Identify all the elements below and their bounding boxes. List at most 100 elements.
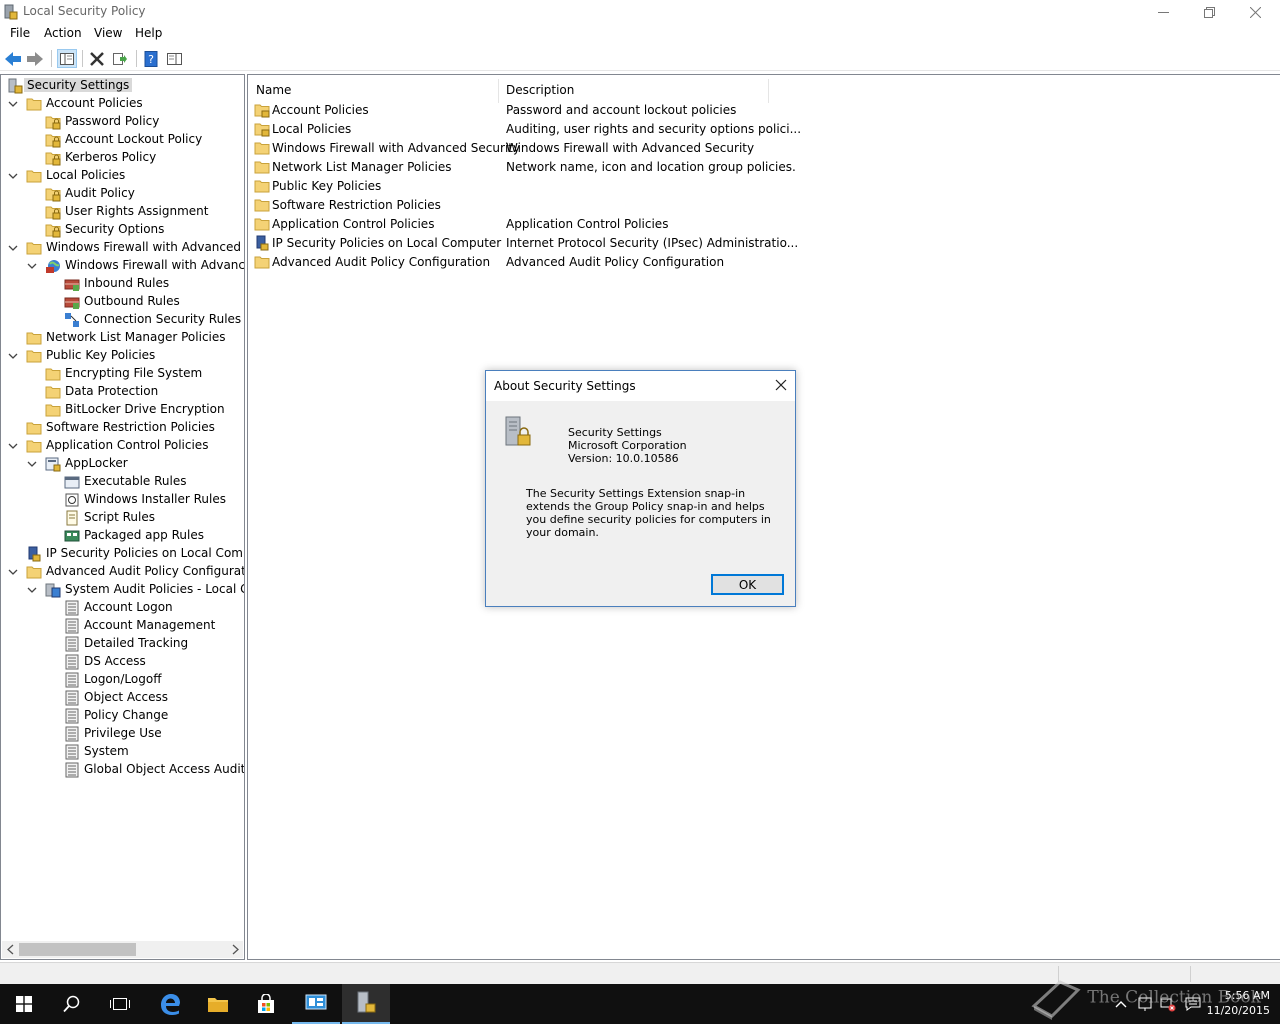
console-tree[interactable]: Security Settings Account Policies Passwor… <box>0 74 245 960</box>
list-item[interactable]: IP Security Policies on Local Computer In… <box>252 234 798 253</box>
help-button[interactable]: ? <box>141 49 161 68</box>
back-button[interactable] <box>3 49 23 68</box>
expand-chevron-icon[interactable] <box>8 441 18 451</box>
tree-item-password-policy[interactable]: Password Policy <box>1 113 244 131</box>
tree-item-data-protection[interactable]: Data Protection <box>1 383 244 401</box>
tree-item-security-options[interactable]: Security Options <box>1 221 244 239</box>
task-view-icon <box>110 998 130 1010</box>
store-taskbar-button[interactable] <box>242 984 290 1024</box>
expand-chevron-icon[interactable] <box>27 261 37 271</box>
tree-item-account-policies[interactable]: Account Policies <box>1 95 244 113</box>
tree-item-account-lockout-policy[interactable]: Account Lockout Policy <box>1 131 244 149</box>
close-button[interactable] <box>1232 0 1278 24</box>
export-list-button[interactable] <box>110 49 130 68</box>
edge-taskbar-button[interactable] <box>146 984 194 1024</box>
file-explorer-taskbar-button[interactable] <box>194 984 242 1024</box>
tree-item-object-access[interactable]: Object Access <box>1 689 244 707</box>
forward-button[interactable] <box>25 49 45 68</box>
tree-item-detailed-tracking[interactable]: Detailed Tracking <box>1 635 244 653</box>
expand-chevron-icon[interactable] <box>8 351 18 361</box>
menu-help[interactable]: Help <box>135 26 162 40</box>
list-item[interactable]: Windows Firewall with Advanced Security W… <box>252 139 772 158</box>
show-hide-action-pane-button[interactable] <box>164 49 184 68</box>
delete-button[interactable] <box>87 49 107 68</box>
audit-category-icon <box>65 744 79 760</box>
list-item[interactable]: Application Control Policies Application … <box>252 215 772 234</box>
search-button[interactable] <box>48 984 96 1024</box>
tree-item-software-restriction[interactable]: Software Restriction Policies <box>1 419 244 437</box>
tree-item-wfas[interactable]: Windows Firewall with Advanced Secu <box>1 239 244 257</box>
tree-item-kerberos-policy[interactable]: Kerberos Policy <box>1 149 244 167</box>
policy-folder-icon <box>45 152 61 166</box>
tree-item-packaged-app-rules[interactable]: Packaged app Rules <box>1 527 244 545</box>
expand-chevron-icon[interactable] <box>8 243 18 253</box>
start-button[interactable] <box>0 984 48 1024</box>
tree-item-user-rights-assignment[interactable]: User Rights Assignment <box>1 203 244 221</box>
column-header-description[interactable]: Description <box>498 79 768 101</box>
expand-chevron-icon[interactable] <box>27 585 37 595</box>
list-item[interactable]: Software Restriction Policies <box>252 196 772 215</box>
tree-item-ipsec[interactable]: IP Security Policies on Local Compute <box>1 545 244 563</box>
list-item[interactable]: Public Key Policies <box>252 177 772 196</box>
tree-item-network-list[interactable]: Network List Manager Policies <box>1 329 244 347</box>
minimize-button[interactable] <box>1140 0 1186 24</box>
tree-item-windows-installer-rules[interactable]: Windows Installer Rules <box>1 491 244 509</box>
menu-action[interactable]: Action <box>44 26 82 40</box>
tree-item-system-audit[interactable]: System Audit Policies - Local Grou <box>1 581 244 599</box>
expand-chevron-icon[interactable] <box>8 567 18 577</box>
tree-item-privilege-use[interactable]: Privilege Use <box>1 725 244 743</box>
tree-item-inbound-rules[interactable]: Inbound Rules <box>1 275 244 293</box>
column-header-name[interactable]: Name <box>248 79 498 101</box>
list-item[interactable]: Local Policies Auditing, user rights and … <box>252 120 801 139</box>
scrollbar-thumb[interactable] <box>19 943 136 956</box>
tree-horizontal-scrollbar[interactable] <box>2 941 243 958</box>
tree-item-label: Kerberos Policy <box>65 150 157 164</box>
tree-item-public-key[interactable]: Public Key Policies <box>1 347 244 365</box>
tree-item-outbound-rules[interactable]: Outbound Rules <box>1 293 244 311</box>
tree-item-applocker[interactable]: AppLocker <box>1 455 244 473</box>
menu-file[interactable]: File <box>10 26 30 40</box>
tree-item-script-rules[interactable]: Script Rules <box>1 509 244 527</box>
tree-item-audit-policy[interactable]: Audit Policy <box>1 185 244 203</box>
local-security-policy-taskbar-button[interactable] <box>342 984 390 1024</box>
tree-item-bitlocker[interactable]: BitLocker Drive Encryption <box>1 401 244 419</box>
menu-view[interactable]: View <box>94 26 122 40</box>
control-panel-taskbar-button[interactable] <box>292 984 340 1024</box>
expand-chevron-icon[interactable] <box>8 171 18 181</box>
list-item[interactable]: Network List Manager Policies Network nam… <box>252 158 796 177</box>
tree-item-advanced-audit[interactable]: Advanced Audit Policy Configuration <box>1 563 244 581</box>
dialog-close-icon[interactable] <box>775 379 787 391</box>
list-item-name: Local Policies <box>272 122 352 136</box>
scroll-left-arrow-icon[interactable] <box>6 944 16 955</box>
audit-policy-icon <box>45 583 61 598</box>
tree-item-connection-security-rules[interactable]: Connection Security Rules <box>1 311 244 329</box>
folder-icon <box>26 440 42 453</box>
expand-chevron-icon[interactable] <box>27 459 37 469</box>
tree-item-executable-rules[interactable]: Executable Rules <box>1 473 244 491</box>
tree-item-label: Object Access <box>84 690 168 704</box>
tree-item-app-control[interactable]: Application Control Policies <box>1 437 244 455</box>
tree-item-efs[interactable]: Encrypting File System <box>1 365 244 383</box>
tree-item-root[interactable]: Security Settings <box>1 77 244 95</box>
tree-item-global-object-access[interactable]: Global Object Access Auditing <box>1 761 244 779</box>
show-hide-console-tree-button[interactable] <box>57 49 77 68</box>
ok-button[interactable]: OK <box>711 574 784 595</box>
tree-item-local-policies[interactable]: Local Policies <box>1 167 244 185</box>
tree-item-label: Local Policies <box>46 168 126 182</box>
tree-item-account-management[interactable]: Account Management <box>1 617 244 635</box>
tree-item-label: Windows Firewall with Advanced Secu <box>46 240 244 254</box>
tree-item-ds-access[interactable]: DS Access <box>1 653 244 671</box>
scroll-right-arrow-icon[interactable] <box>230 944 240 955</box>
rules-collection-icon <box>64 476 80 489</box>
tree-item-label: Connection Security Rules <box>84 312 242 326</box>
tree-item-logon-logoff[interactable]: Logon/Logoff <box>1 671 244 689</box>
task-view-button[interactable] <box>96 984 144 1024</box>
tree-item-policy-change[interactable]: Policy Change <box>1 707 244 725</box>
list-item[interactable]: Advanced Audit Policy Configuration Advan… <box>252 253 772 272</box>
expand-chevron-icon[interactable] <box>8 99 18 109</box>
list-item[interactable]: Account Policies Password and account loc… <box>252 101 772 120</box>
tree-item-account-logon[interactable]: Account Logon <box>1 599 244 617</box>
tree-item-wfas-child[interactable]: Windows Firewall with Advanced <box>1 257 244 275</box>
tree-item-system[interactable]: System <box>1 743 244 761</box>
restore-button[interactable] <box>1186 0 1232 24</box>
